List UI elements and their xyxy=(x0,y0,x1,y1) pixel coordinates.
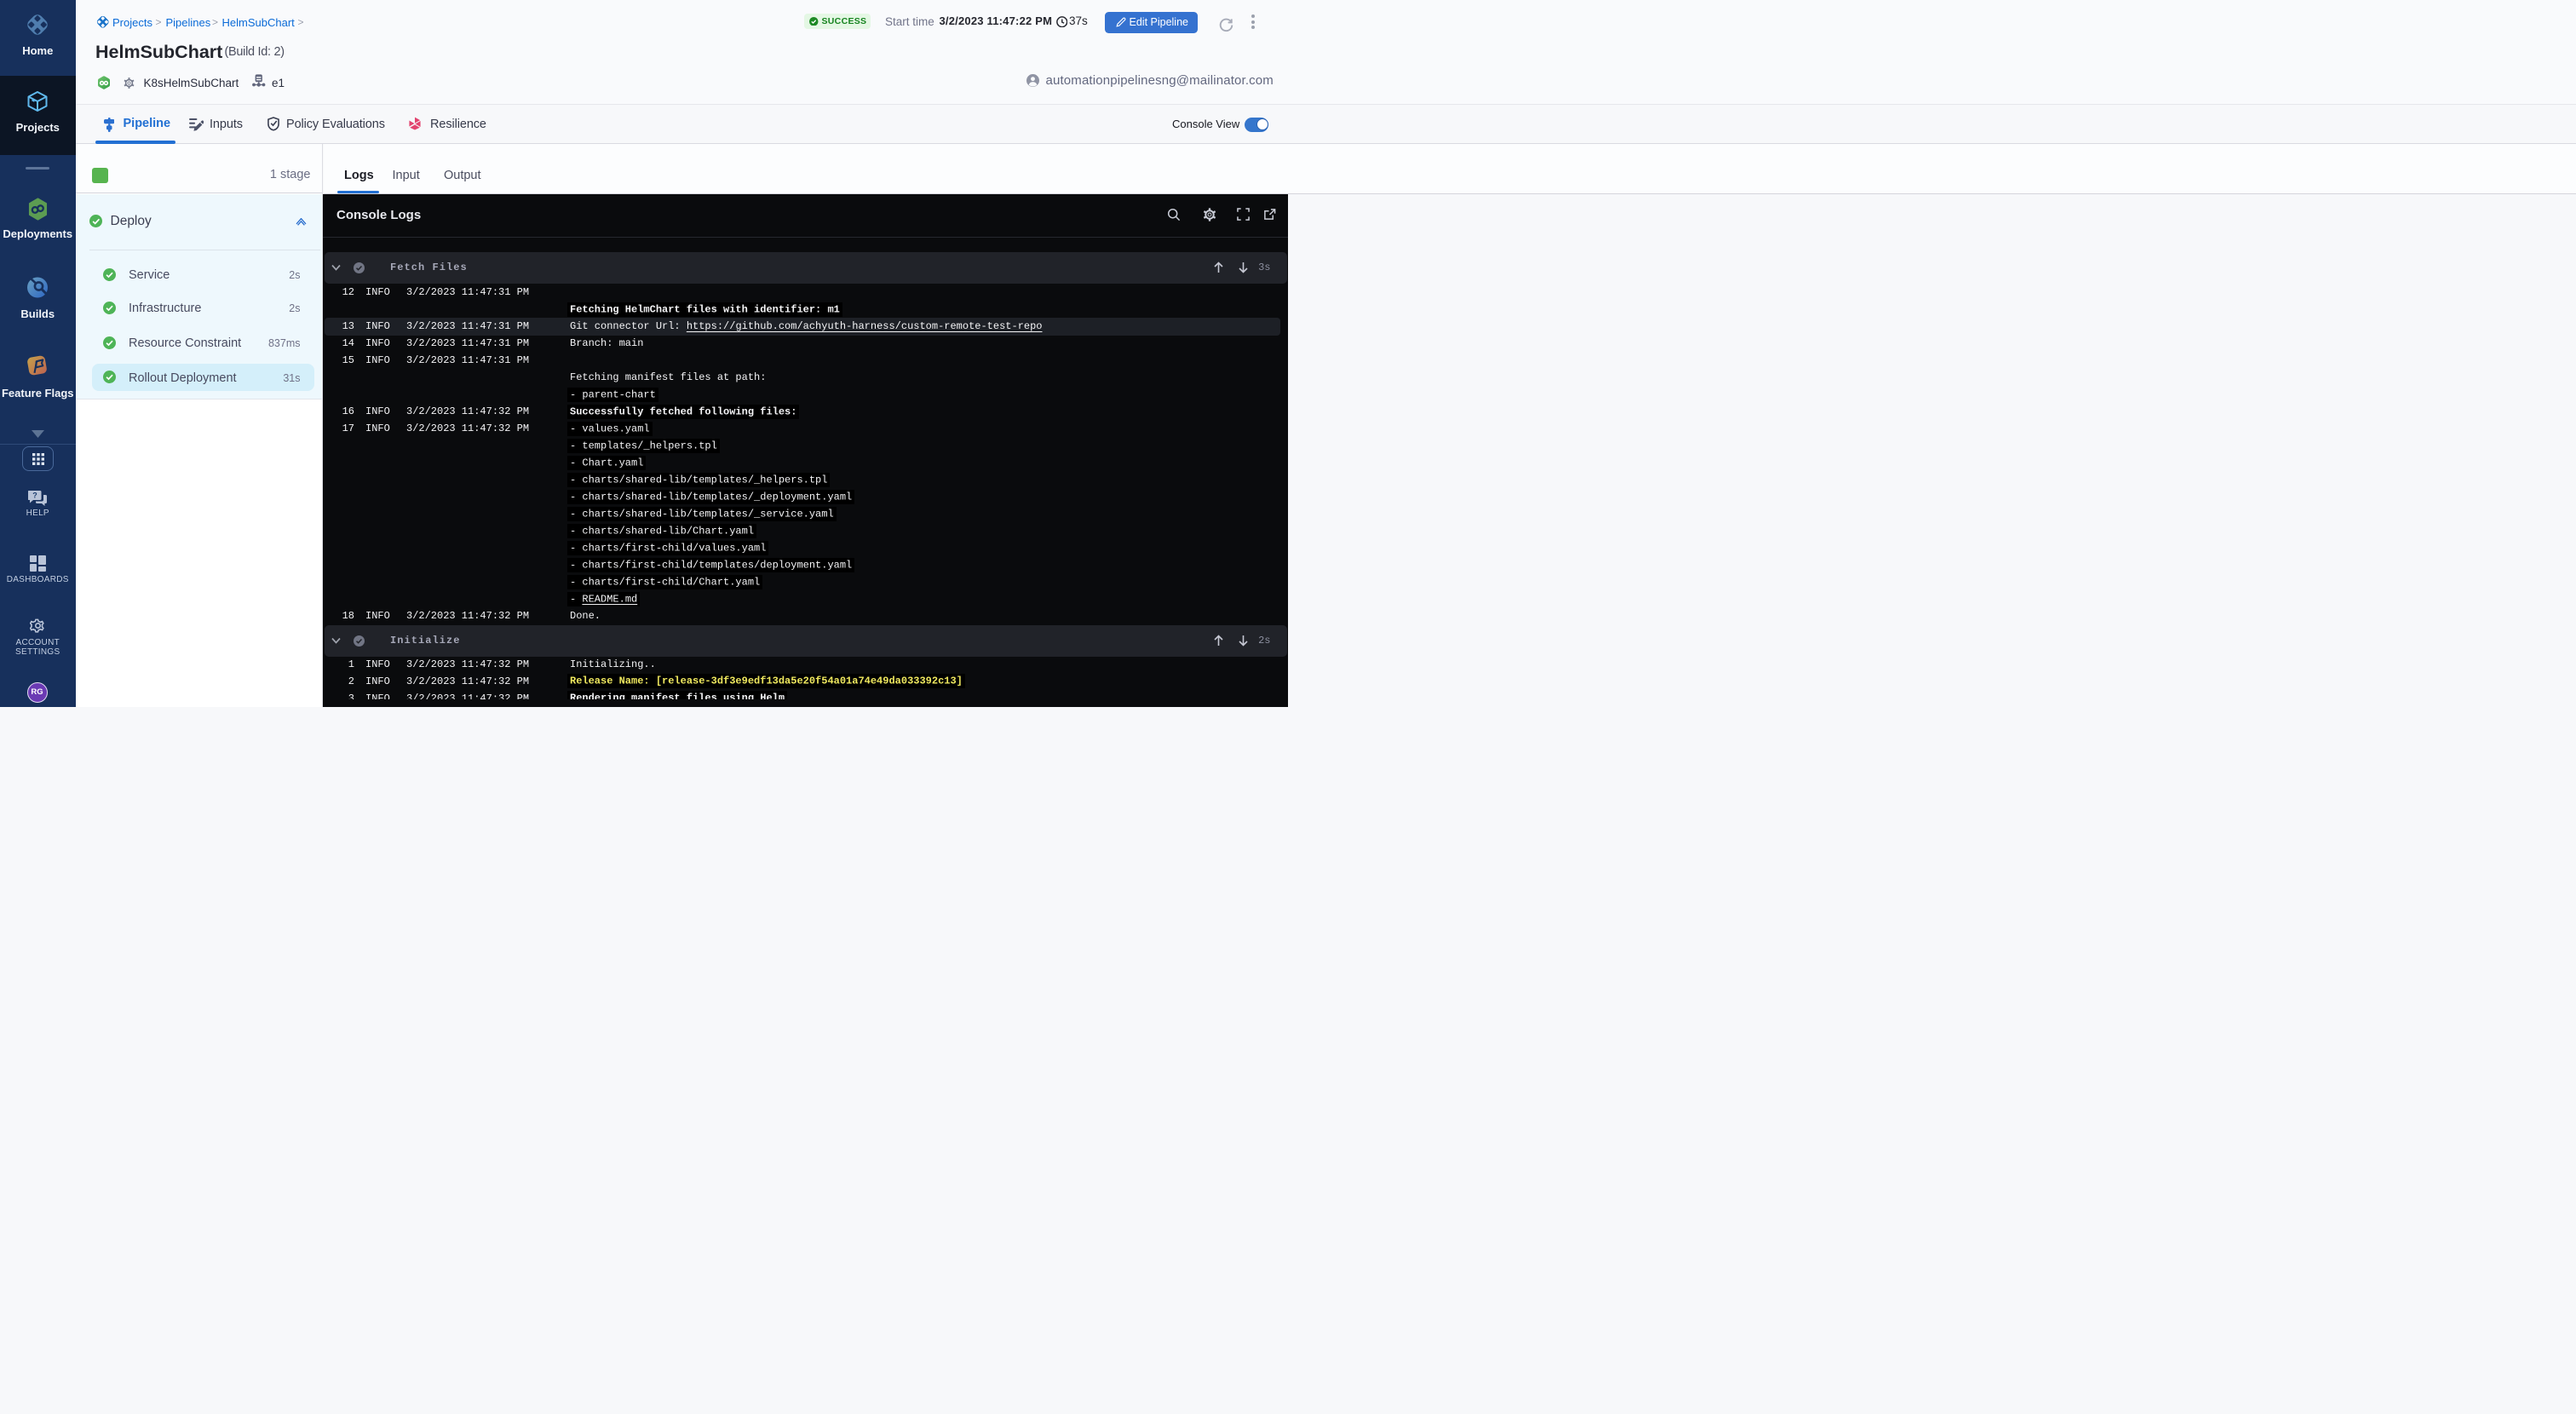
svg-text:?: ? xyxy=(32,491,37,500)
